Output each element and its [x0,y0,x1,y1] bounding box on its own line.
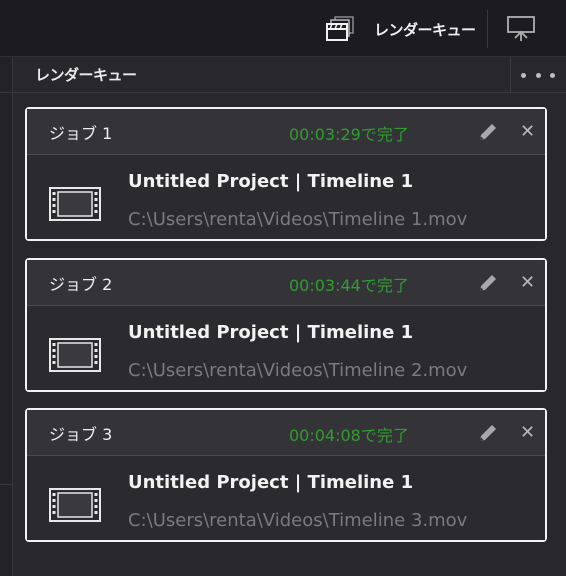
edit-job-button[interactable] [477,272,499,294]
panel-title: レンダーキュー [35,66,137,84]
job-title: Untitled Project | Timeline 1 [128,322,414,343]
job-output-path: C:\Users\renta\Videos\Timeline 1.mov [128,209,468,230]
job-output-path: C:\Users\renta\Videos\Timeline 3.mov [128,510,468,531]
job-name: ジョブ 2 [49,275,113,294]
monitor-button[interactable] [505,14,537,44]
edit-job-button[interactable] [477,121,499,143]
job-body: Untitled Project | Timeline 1 C:\Users\r… [27,306,545,390]
job-card[interactable]: ジョブ 1 00:03:29で完了 ✕ Untitled Project | T… [25,107,547,241]
film-strip-icon [49,338,101,372]
film-strip-icon [49,187,101,221]
film-strip-icon [49,488,101,522]
job-name: ジョブ 1 [49,124,113,143]
pencil-icon [480,124,496,140]
job-body: Untitled Project | Timeline 1 C:\Users\r… [27,155,545,239]
job-card[interactable]: ジョブ 2 00:03:44で完了 ✕ Untitled Project | T… [25,258,547,392]
render-queue-button-label: レンダーキュー [374,20,476,39]
edit-job-button[interactable] [477,422,499,444]
job-status: 00:03:44で完了 [289,276,409,295]
pencil-icon [480,425,496,441]
job-status: 00:03:29で完了 [289,125,409,144]
job-header: ジョブ 3 00:04:08で完了 ✕ [27,410,545,456]
job-card[interactable]: ジョブ 3 00:04:08で完了 ✕ Untitled Project | T… [25,408,547,542]
job-output-path: C:\Users\renta\Videos\Timeline 2.mov [128,360,468,381]
job-status: 00:04:08で完了 [289,426,409,445]
job-title: Untitled Project | Timeline 1 [128,472,414,493]
toolbar-divider [487,10,488,48]
clapperboard-stack-icon [326,16,354,41]
job-header: ジョブ 2 00:03:44で完了 ✕ [27,260,545,306]
monitor-icon [507,16,535,41]
more-options-icon[interactable] [521,65,555,85]
render-queue-button[interactable]: レンダーキュー [326,14,476,44]
job-header: ジョブ 1 00:03:29で完了 ✕ [27,109,545,155]
close-icon[interactable]: ✕ [520,422,538,444]
panel-header: レンダーキュー [13,57,566,93]
top-toolbar: レンダーキュー [0,0,566,57]
header-divider [510,57,511,92]
render-queue-panel: レンダーキュー ジョブ 1 00:03:29で完了 ✕ Untitled Pro… [13,57,566,576]
job-name: ジョブ 3 [49,425,113,444]
close-icon[interactable]: ✕ [520,272,538,294]
job-title: Untitled Project | Timeline 1 [128,171,414,192]
close-icon[interactable]: ✕ [520,121,538,143]
job-body: Untitled Project | Timeline 1 C:\Users\r… [27,456,545,540]
pencil-icon [480,275,496,291]
left-panel-edge [0,57,13,576]
